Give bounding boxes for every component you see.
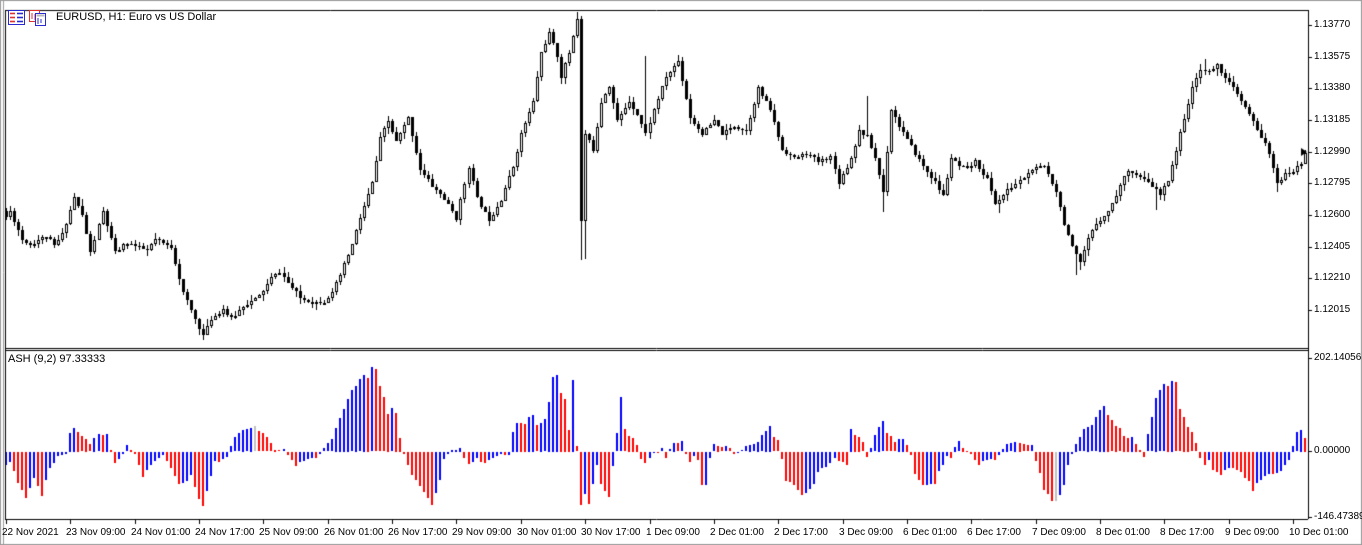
indicator-tick-label: 0.00000 <box>1314 445 1350 456</box>
tick-list-icon <box>8 10 25 25</box>
time-tick-label: 23 Nov 09:00 <box>66 527 126 538</box>
time-tick-label: 24 Nov 17:00 <box>195 527 255 538</box>
time-tick-label: 29 Nov 09:00 <box>452 527 512 538</box>
price-tick-label: 1.12600 <box>1314 209 1350 220</box>
time-tick-label: 10 Dec 01:00 <box>1289 527 1349 538</box>
price-tick-label: 1.12795 <box>1314 177 1350 188</box>
time-tick-label: 3 Dec 09:00 <box>839 527 893 538</box>
price-tick-label: 1.12210 <box>1314 272 1350 283</box>
chart-title-row: EURUSD, H1: Euro vs US Dollar <box>8 8 216 26</box>
time-tick-label: 26 Nov 17:00 <box>388 527 448 538</box>
price-tick-label: 1.13380 <box>1314 82 1350 93</box>
chart-title: EURUSD, H1: Euro vs US Dollar <box>56 11 216 23</box>
time-tick-label: 30 Nov 01:00 <box>517 527 577 538</box>
time-tick-label: 8 Dec 01:00 <box>1096 527 1150 538</box>
price-tick-label: 1.12015 <box>1314 304 1350 315</box>
time-tick-label: 6 Dec 01:00 <box>903 527 957 538</box>
time-tick-label: 9 Dec 09:00 <box>1225 527 1279 538</box>
price-tick-label: 1.13770 <box>1314 19 1350 30</box>
time-tick-label: 30 Nov 17:00 <box>581 527 641 538</box>
time-tick-label: 2 Dec 17:00 <box>774 527 828 538</box>
time-tick-label: 24 Nov 01:00 <box>131 527 191 538</box>
time-tick-label: 6 Dec 17:00 <box>967 527 1021 538</box>
indicator-scale[interactable]: 202.140560.00000-146.47389 <box>1308 348 1362 519</box>
chart-canvas[interactable] <box>0 0 1362 545</box>
indicator-tick-label: 202.14056 <box>1314 352 1361 363</box>
time-tick-label: 2 Dec 01:00 <box>710 527 764 538</box>
price-tick-label: 1.12405 <box>1314 241 1350 252</box>
price-tick-label: 1.13575 <box>1314 51 1350 62</box>
time-tick-label: 22 Nov 2021 <box>2 527 59 538</box>
indicator-label: ASH (9,2) 97.33333 <box>8 353 105 365</box>
price-tick-label: 1.12990 <box>1314 146 1350 157</box>
chart-window: EURUSD, H1: Euro vs US Dollar ASH (9,2) … <box>0 0 1362 545</box>
time-tick-label: 25 Nov 09:00 <box>259 527 319 538</box>
time-tick-label: 8 Dec 17:00 <box>1160 527 1214 538</box>
time-scale[interactable]: 22 Nov 2021 23 Nov 09:00 24 Nov 01:00 24 No… <box>0 519 1362 545</box>
price-tick-label: 1.13185 <box>1314 114 1350 125</box>
price-scale[interactable]: 1.13770 1.13575 1.13380 1.13185 1.12990 1.127… <box>1308 0 1362 348</box>
time-tick-label: 7 Dec 09:00 <box>1032 527 1086 538</box>
ohlc-window-icon <box>29 10 46 25</box>
time-tick-label: 26 Nov 01:00 <box>324 527 384 538</box>
time-tick-label: 1 Dec 09:00 <box>646 527 700 538</box>
